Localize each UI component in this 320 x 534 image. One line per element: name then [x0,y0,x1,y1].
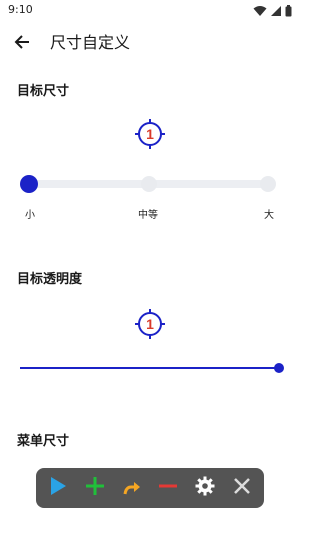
slider-stop-large[interactable] [260,176,276,192]
slider-track [20,367,278,369]
arrow-left-icon [14,34,30,54]
status-time: 9:10 [8,3,33,16]
slider-thumb[interactable] [274,363,284,373]
target-number: 1 [146,126,154,142]
close-button[interactable] [227,473,257,503]
minus-icon [158,476,178,500]
swipe-button[interactable] [117,473,147,503]
slider-stop-medium[interactable] [141,176,157,192]
menu-size-title: 菜单尺寸 [17,434,70,449]
target-number: 1 [146,316,154,332]
wifi-icon [253,2,267,21]
cellular-signal-icon [270,2,282,21]
settings-button[interactable] [190,473,220,503]
swipe-arrow-icon [122,476,142,500]
target-opacity-slider[interactable] [20,358,284,378]
size-label-large: 大 [264,210,274,221]
page-title: 尺寸自定义 [50,33,131,52]
next-slider-peek [0,528,300,534]
play-button[interactable] [43,473,73,503]
back-button[interactable] [10,32,34,56]
app-bar: 尺寸自定义 [0,22,300,66]
battery-icon [285,2,292,21]
remove-button[interactable] [153,473,183,503]
floating-toolbar [36,468,264,508]
play-icon [49,476,67,500]
target-opacity-preview: 1 [135,309,165,339]
add-button[interactable] [80,473,110,503]
status-icons [253,4,292,18]
plus-icon [85,476,105,500]
gear-icon [195,476,215,500]
slider-thumb[interactable] [20,175,38,193]
size-label-medium: 中等 [138,210,158,221]
close-icon [233,477,251,499]
crosshair-target-icon: 1 [135,119,165,149]
crosshair-target-icon: 1 [135,309,165,339]
status-bar: 9:10 [0,0,300,22]
size-label-small: 小 [25,210,35,221]
target-size-title: 目标尺寸 [17,84,70,99]
target-size-slider[interactable] [20,172,278,196]
target-size-preview: 1 [135,119,165,149]
target-opacity-title: 目标透明度 [17,272,83,287]
